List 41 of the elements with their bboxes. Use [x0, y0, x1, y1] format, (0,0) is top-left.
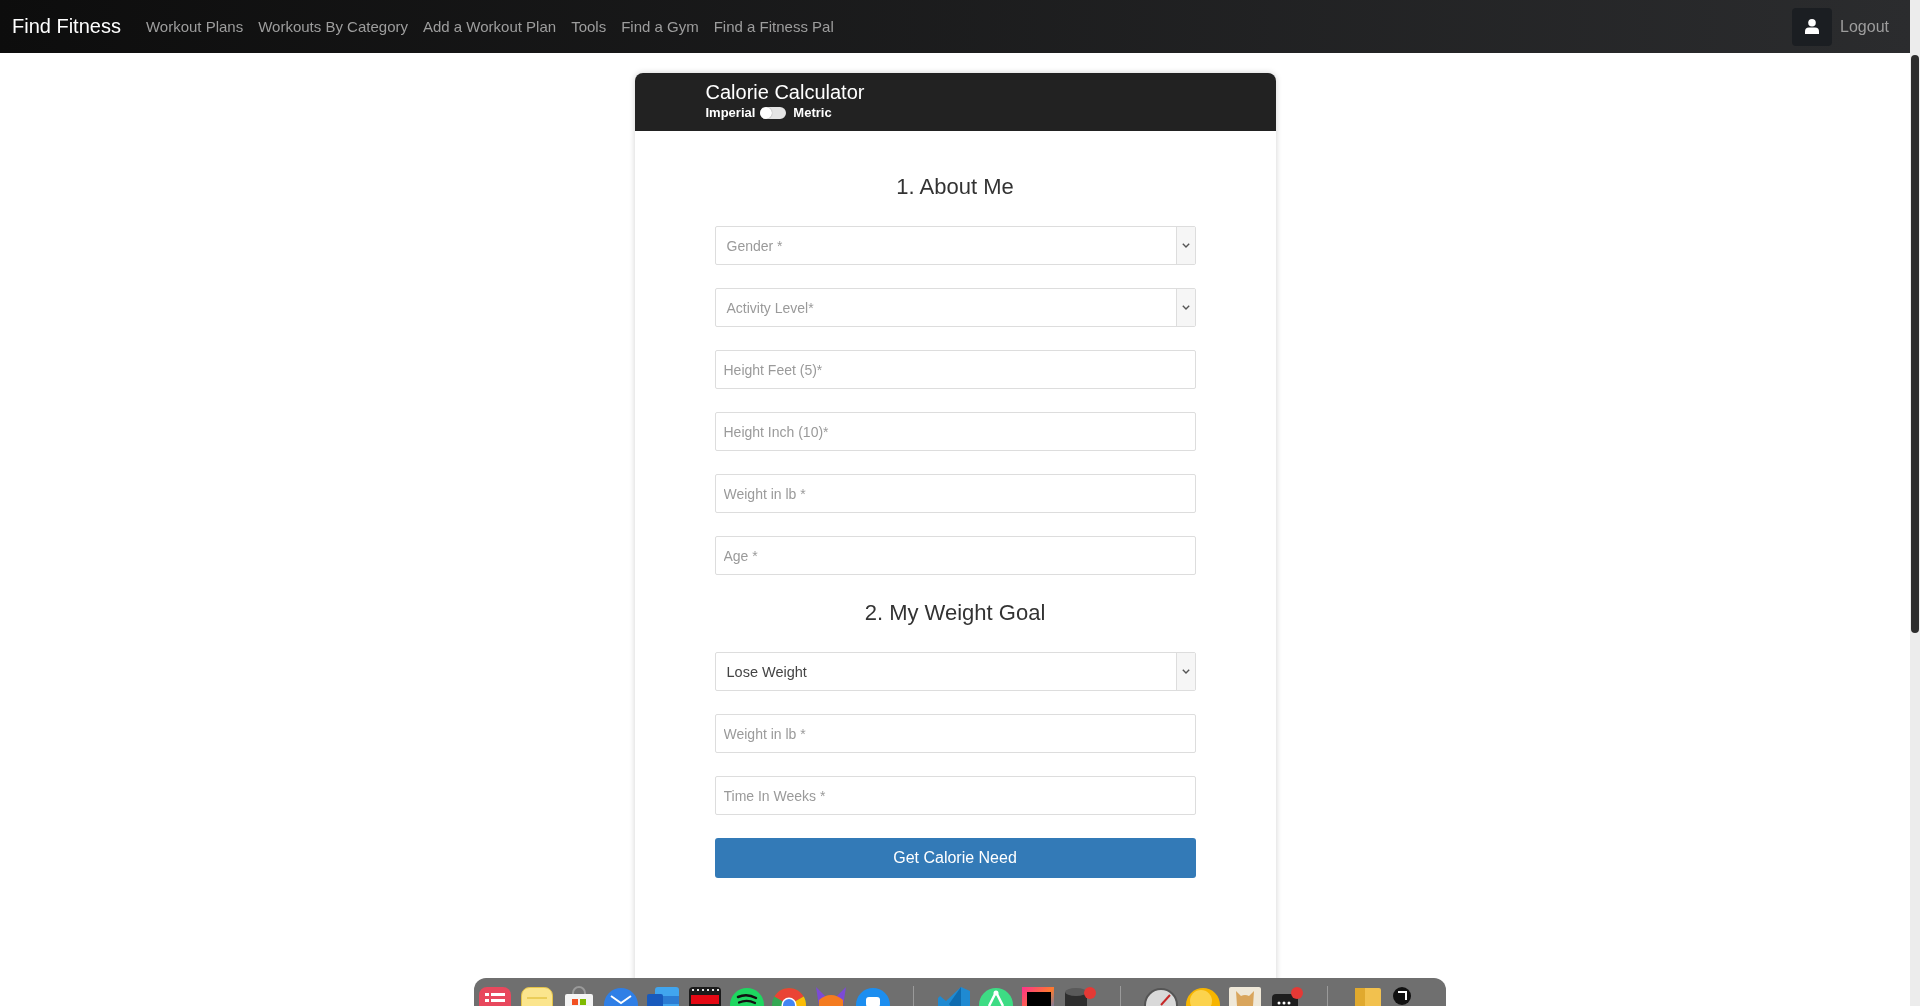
chevron-down-icon [1181, 243, 1190, 248]
compass-icon[interactable] [978, 986, 1014, 1006]
notepad-icon[interactable] [519, 986, 555, 1006]
logout-link[interactable]: Logout [1840, 17, 1889, 36]
text-field[interactable]: Age * [714, 536, 1196, 575]
person-icon [1805, 19, 1820, 34]
scrollbar-thumb[interactable] [1911, 55, 1919, 633]
text-field[interactable]: Height Inch (10)* [714, 412, 1196, 451]
nav-link[interactable]: Find a Fitness Pal [713, 18, 834, 35]
nav-link[interactable]: Tools [571, 18, 607, 35]
nav-link[interactable]: Workout Plans [145, 18, 244, 35]
unit-toggle[interactable] [760, 107, 787, 119]
film-strip-icon[interactable] [687, 986, 723, 1006]
text-field[interactable]: Weight in lb * [714, 474, 1196, 513]
brand-link[interactable]: Find Fitness [12, 15, 121, 38]
chevron-down-icon [1181, 305, 1190, 310]
gauge-icon[interactable] [1143, 986, 1179, 1006]
chevron-down-icon [1181, 669, 1190, 674]
submit-button[interactable]: Get Calorie Need [714, 838, 1196, 878]
section-heading: 1. About Me [896, 173, 1014, 201]
chat-icon[interactable] [1269, 986, 1305, 1006]
color-wheel-icon[interactable] [771, 986, 807, 1006]
list-icon[interactable] [477, 986, 513, 1006]
dropdown-field[interactable]: Lose Weight [714, 652, 1196, 691]
sound-wave-icon[interactable] [729, 986, 765, 1006]
toggle-label: Imperial [705, 105, 756, 121]
account-button[interactable] [1792, 7, 1833, 46]
text-field[interactable]: Time In Weeks * [714, 776, 1196, 815]
gradient-tile-icon[interactable] [1020, 986, 1056, 1006]
dog-icon[interactable] [1227, 986, 1263, 1006]
toggle-label: Metric [793, 105, 832, 121]
text-field[interactable]: Height Feet (5)* [714, 350, 1196, 389]
nav-link[interactable]: Workouts By Category [258, 18, 408, 35]
card-title: Calorie Calculator [705, 80, 865, 104]
section-heading: 2. My Weight Goal [864, 599, 1046, 627]
nav-link[interactable]: Add a Workout Plan [423, 18, 557, 35]
chat-bubble-icon[interactable] [855, 986, 891, 1006]
text-field[interactable]: Weight in lb * [714, 714, 1196, 753]
cylinder-icon[interactable] [1062, 986, 1098, 1006]
nav-link[interactable]: Find a Gym [621, 18, 699, 35]
envelope-icon[interactable] [603, 986, 639, 1006]
